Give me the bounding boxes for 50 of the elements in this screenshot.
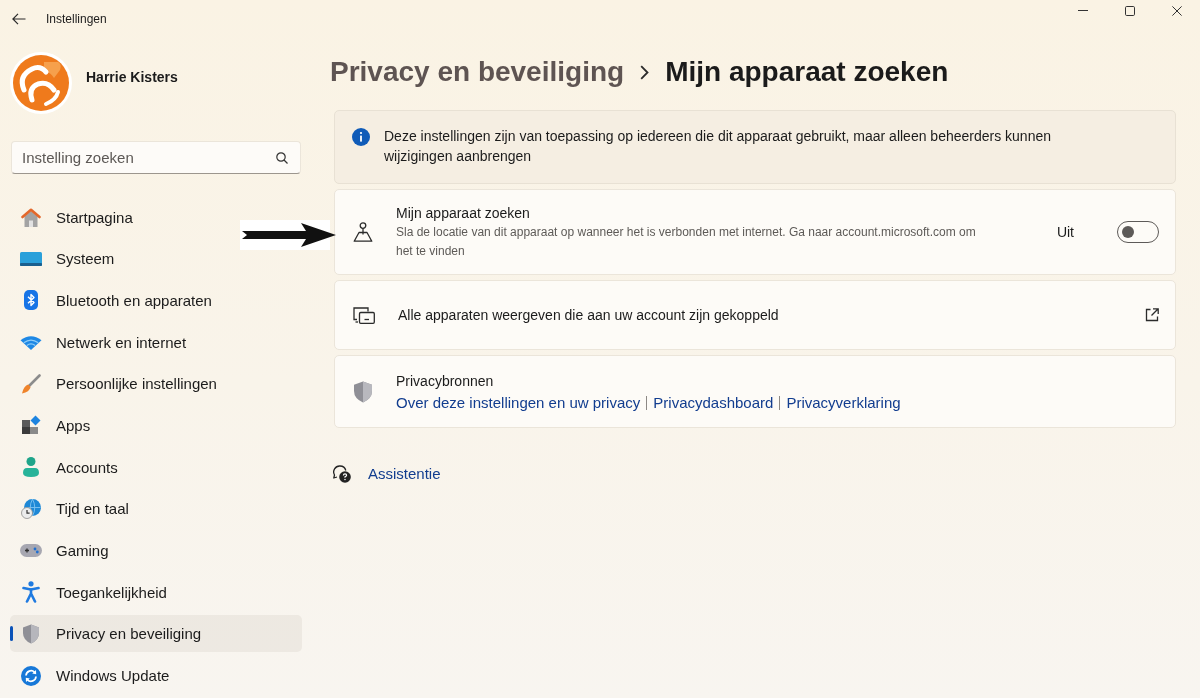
devices-icon bbox=[353, 306, 375, 324]
shield-icon bbox=[22, 623, 40, 644]
chevron-right-icon bbox=[640, 64, 650, 80]
search-field[interactable]: Instelling zoeken bbox=[11, 141, 301, 174]
info-icon bbox=[352, 128, 370, 146]
sidebar-item[interactable]: Privacy en beveiliging bbox=[10, 615, 302, 653]
setting-description: Sla de locatie van dit apparaat op wanneer het is verbonden met internet. Ga naar account.microsoft.com om het te vinden bbox=[396, 224, 977, 260]
setting-title: Mijn apparaat zoeken bbox=[396, 204, 530, 223]
setting-title: Alle apparaten weergeven die aan uw account zijn gekoppeld bbox=[398, 306, 779, 325]
page-title: Mijn apparaat zoeken bbox=[665, 56, 949, 88]
privacy-link[interactable]: Privacyverklaring bbox=[786, 392, 901, 413]
sidebar-item[interactable]: Accounts bbox=[10, 448, 302, 486]
sidebar-item[interactable]: Gaming bbox=[10, 532, 302, 569]
sidebar-item[interactable]: Windows Update bbox=[10, 657, 302, 695]
profile-name: Harrie Kisters bbox=[86, 68, 178, 86]
settings-card[interactable]: Alle apparaten weergeven die aan uw account zijn gekoppeld bbox=[334, 280, 1176, 350]
globe-clock-icon bbox=[21, 498, 41, 519]
sync-arrows-icon bbox=[21, 665, 41, 686]
maximize-icon bbox=[1124, 5, 1135, 16]
bluetooth-icon bbox=[24, 290, 38, 311]
person-icon bbox=[22, 457, 40, 478]
monitor-icon bbox=[20, 251, 42, 266]
accessibility-icon bbox=[22, 581, 40, 604]
paintbrush-icon bbox=[21, 373, 41, 394]
sidebar-item[interactable]: Netwerk en internet bbox=[10, 323, 302, 361]
privacy-link[interactable]: Over deze instellingen en uw privacy bbox=[396, 392, 641, 413]
privacy-link[interactable]: Privacydashboard bbox=[653, 392, 774, 413]
info-text: Deze instellingen zijn van toepassing op iedereen die dit apparaat gebruikt, maar alleen beheerders kunnen wijzigingen aanbrengen bbox=[384, 127, 1052, 166]
sidebar-item[interactable]: Tijd en taal bbox=[10, 490, 302, 528]
back-arrow-icon bbox=[12, 13, 26, 25]
sidebar-item[interactable]: Persoonlijke instellingen bbox=[10, 365, 302, 403]
toggle-state-label: Uit bbox=[1056, 223, 1074, 242]
home-icon bbox=[21, 207, 41, 227]
sidebar-item[interactable]: Bluetooth en apparaten bbox=[10, 281, 302, 319]
search-icon bbox=[276, 152, 288, 164]
close-icon bbox=[1171, 5, 1182, 16]
help-link[interactable]: Assistentie bbox=[368, 464, 441, 484]
setting-title: Privacybronnen bbox=[396, 371, 494, 391]
gamepad-icon bbox=[20, 544, 42, 557]
minimize-icon bbox=[1077, 10, 1088, 11]
window-title: Instellingen bbox=[46, 11, 107, 28]
wifi-icon bbox=[20, 334, 42, 350]
help-icon bbox=[333, 465, 351, 483]
apps-grid-icon bbox=[21, 415, 41, 436]
shield-icon bbox=[353, 380, 373, 403]
sidebar-item[interactable]: Apps bbox=[10, 406, 302, 444]
profile-avatar bbox=[10, 52, 72, 114]
breadcrumb-link[interactable]: Privacy en beveiliging bbox=[330, 56, 625, 88]
sidebar-item[interactable]: Toegankelijkheid bbox=[10, 573, 302, 611]
pin-marker-icon bbox=[353, 222, 373, 242]
